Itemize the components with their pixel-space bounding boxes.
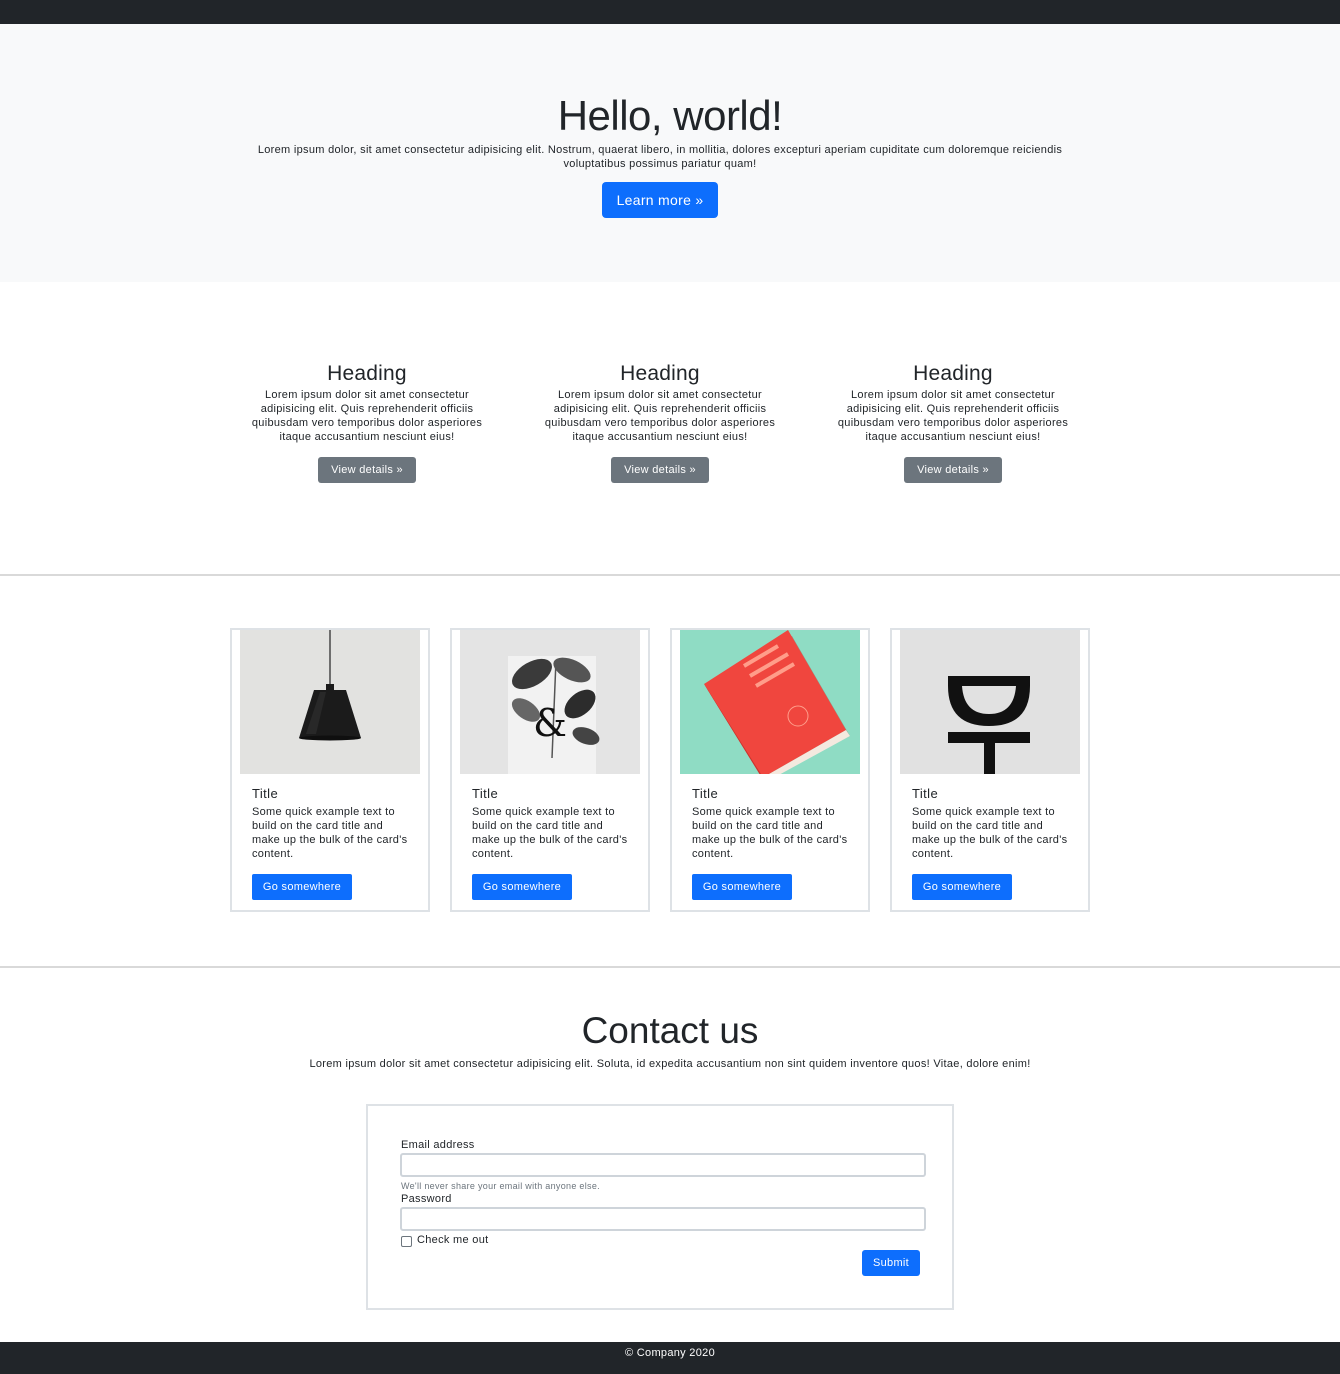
footer: © Company 2020 [0, 1342, 1340, 1374]
feature-heading: Heading [620, 362, 700, 385]
go-somewhere-button[interactable]: Go somewhere [252, 874, 352, 900]
card-title: Title [472, 786, 499, 801]
card-body: Title Some quick example text to build o… [252, 786, 412, 861]
card-body: Title Some quick example text to build o… [472, 786, 632, 861]
go-somewhere-button[interactable]: Go somewhere [692, 874, 792, 900]
card-text: Some quick example text to build on the … [692, 806, 848, 860]
view-details-button[interactable]: View details » [611, 457, 709, 483]
section-divider [0, 574, 1340, 576]
check-me-out-checkbox[interactable] [401, 1236, 412, 1247]
card-title: Title [252, 786, 279, 801]
feature-text: Lorem ipsum dolor sit amet consectetur a… [251, 389, 483, 443]
top-navbar [0, 0, 1340, 24]
password-label: Password [401, 1193, 452, 1205]
contact-form: Email address We'll never share your ema… [366, 1104, 954, 1310]
feature-column: Heading Lorem ipsum dolor sit amet conse… [530, 360, 790, 483]
card-title: Title [692, 786, 719, 801]
feature-heading: Heading [913, 362, 993, 385]
card-title: Title [912, 786, 939, 801]
product-card: Title Some quick example text to build o… [230, 628, 430, 912]
checkbox-label: Check me out [417, 1234, 489, 1246]
feature-text: Lorem ipsum dolor sit amet consectetur a… [837, 389, 1069, 443]
ampersand-poster-image: & [460, 630, 640, 774]
contact-title: Contact us [581, 1010, 759, 1051]
go-somewhere-button[interactable]: Go somewhere [472, 874, 572, 900]
hero-section: Hello, world! Lorem ipsum dolor, sit ame… [0, 24, 1340, 282]
feature-column: Heading Lorem ipsum dolor sit amet conse… [237, 360, 497, 483]
submit-button[interactable]: Submit [862, 1250, 920, 1276]
feature-text: Lorem ipsum dolor sit amet consectetur a… [544, 389, 776, 443]
email-field[interactable] [400, 1153, 926, 1177]
card-text: Some quick example text to build on the … [472, 806, 628, 860]
card-text: Some quick example text to build on the … [252, 806, 408, 860]
learn-more-button[interactable]: Learn more » [602, 182, 718, 218]
hero-title: Hello, world! [557, 92, 783, 139]
email-label: Email address [401, 1139, 475, 1151]
product-card: Title Some quick example text to build o… [670, 628, 870, 912]
red-book-image [680, 630, 860, 774]
card-text: Some quick example text to build on the … [912, 806, 1068, 860]
section-divider [0, 966, 1340, 968]
contact-lead: Lorem ipsum dolor sit amet consectetur a… [309, 1058, 1031, 1070]
pendant-lamp-image [240, 630, 420, 774]
password-field[interactable] [400, 1207, 926, 1231]
product-card: & Title Some quick example text to build… [450, 628, 650, 912]
view-details-button[interactable]: View details » [318, 457, 416, 483]
view-details-button[interactable]: View details » [904, 457, 1002, 483]
feature-heading: Heading [327, 362, 407, 385]
feature-column: Heading Lorem ipsum dolor sit amet conse… [823, 360, 1083, 483]
glyph-logo-image [900, 630, 1080, 774]
footer-copyright: © Company 2020 [625, 1347, 715, 1359]
svg-text:&: & [533, 701, 567, 745]
card-body: Title Some quick example text to build o… [912, 786, 1072, 861]
go-somewhere-button[interactable]: Go somewhere [912, 874, 1012, 900]
product-card: Title Some quick example text to build o… [890, 628, 1090, 912]
hero-lead: Lorem ipsum dolor, sit amet consectetur … [257, 144, 1063, 170]
card-body: Title Some quick example text to build o… [692, 786, 852, 861]
email-help-text: We'll never share your email with anyone… [401, 1181, 600, 1191]
